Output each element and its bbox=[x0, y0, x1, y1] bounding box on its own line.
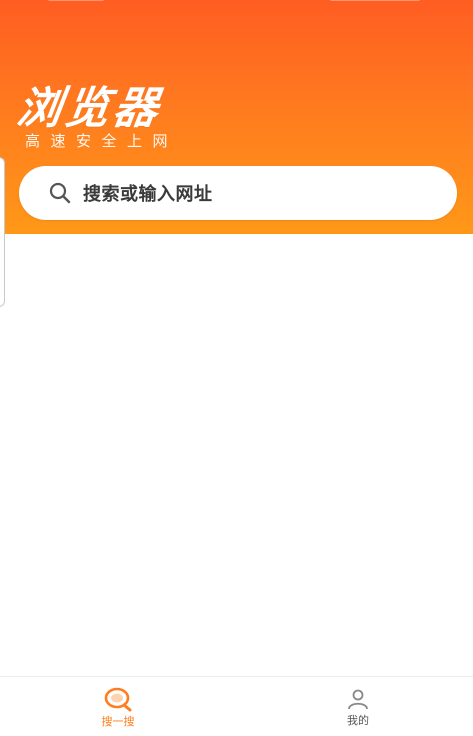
profile-icon bbox=[346, 687, 370, 711]
app-title: 浏览器 bbox=[13, 83, 165, 134]
search-icon bbox=[47, 180, 73, 206]
search-input[interactable]: 搜索或输入网址 bbox=[83, 180, 213, 206]
search-magnifier-icon bbox=[102, 686, 134, 712]
nav-label-mine: 我的 bbox=[347, 714, 369, 727]
bottom-nav: 搜一搜 我的 bbox=[0, 676, 473, 736]
status-bar bbox=[0, 0, 473, 8]
nav-label-search: 搜一搜 bbox=[101, 715, 135, 728]
app-subtitle: 高速安全上网 bbox=[25, 132, 179, 150]
nav-item-mine[interactable]: 我的 bbox=[298, 677, 418, 736]
nav-item-search[interactable]: 搜一搜 bbox=[58, 677, 178, 736]
side-drawer-handle[interactable] bbox=[0, 157, 5, 307]
search-bar[interactable]: 搜索或输入网址 bbox=[19, 166, 457, 220]
header-banner: 浏览器 高速安全上网 搜索或输入网址 bbox=[0, 0, 473, 234]
